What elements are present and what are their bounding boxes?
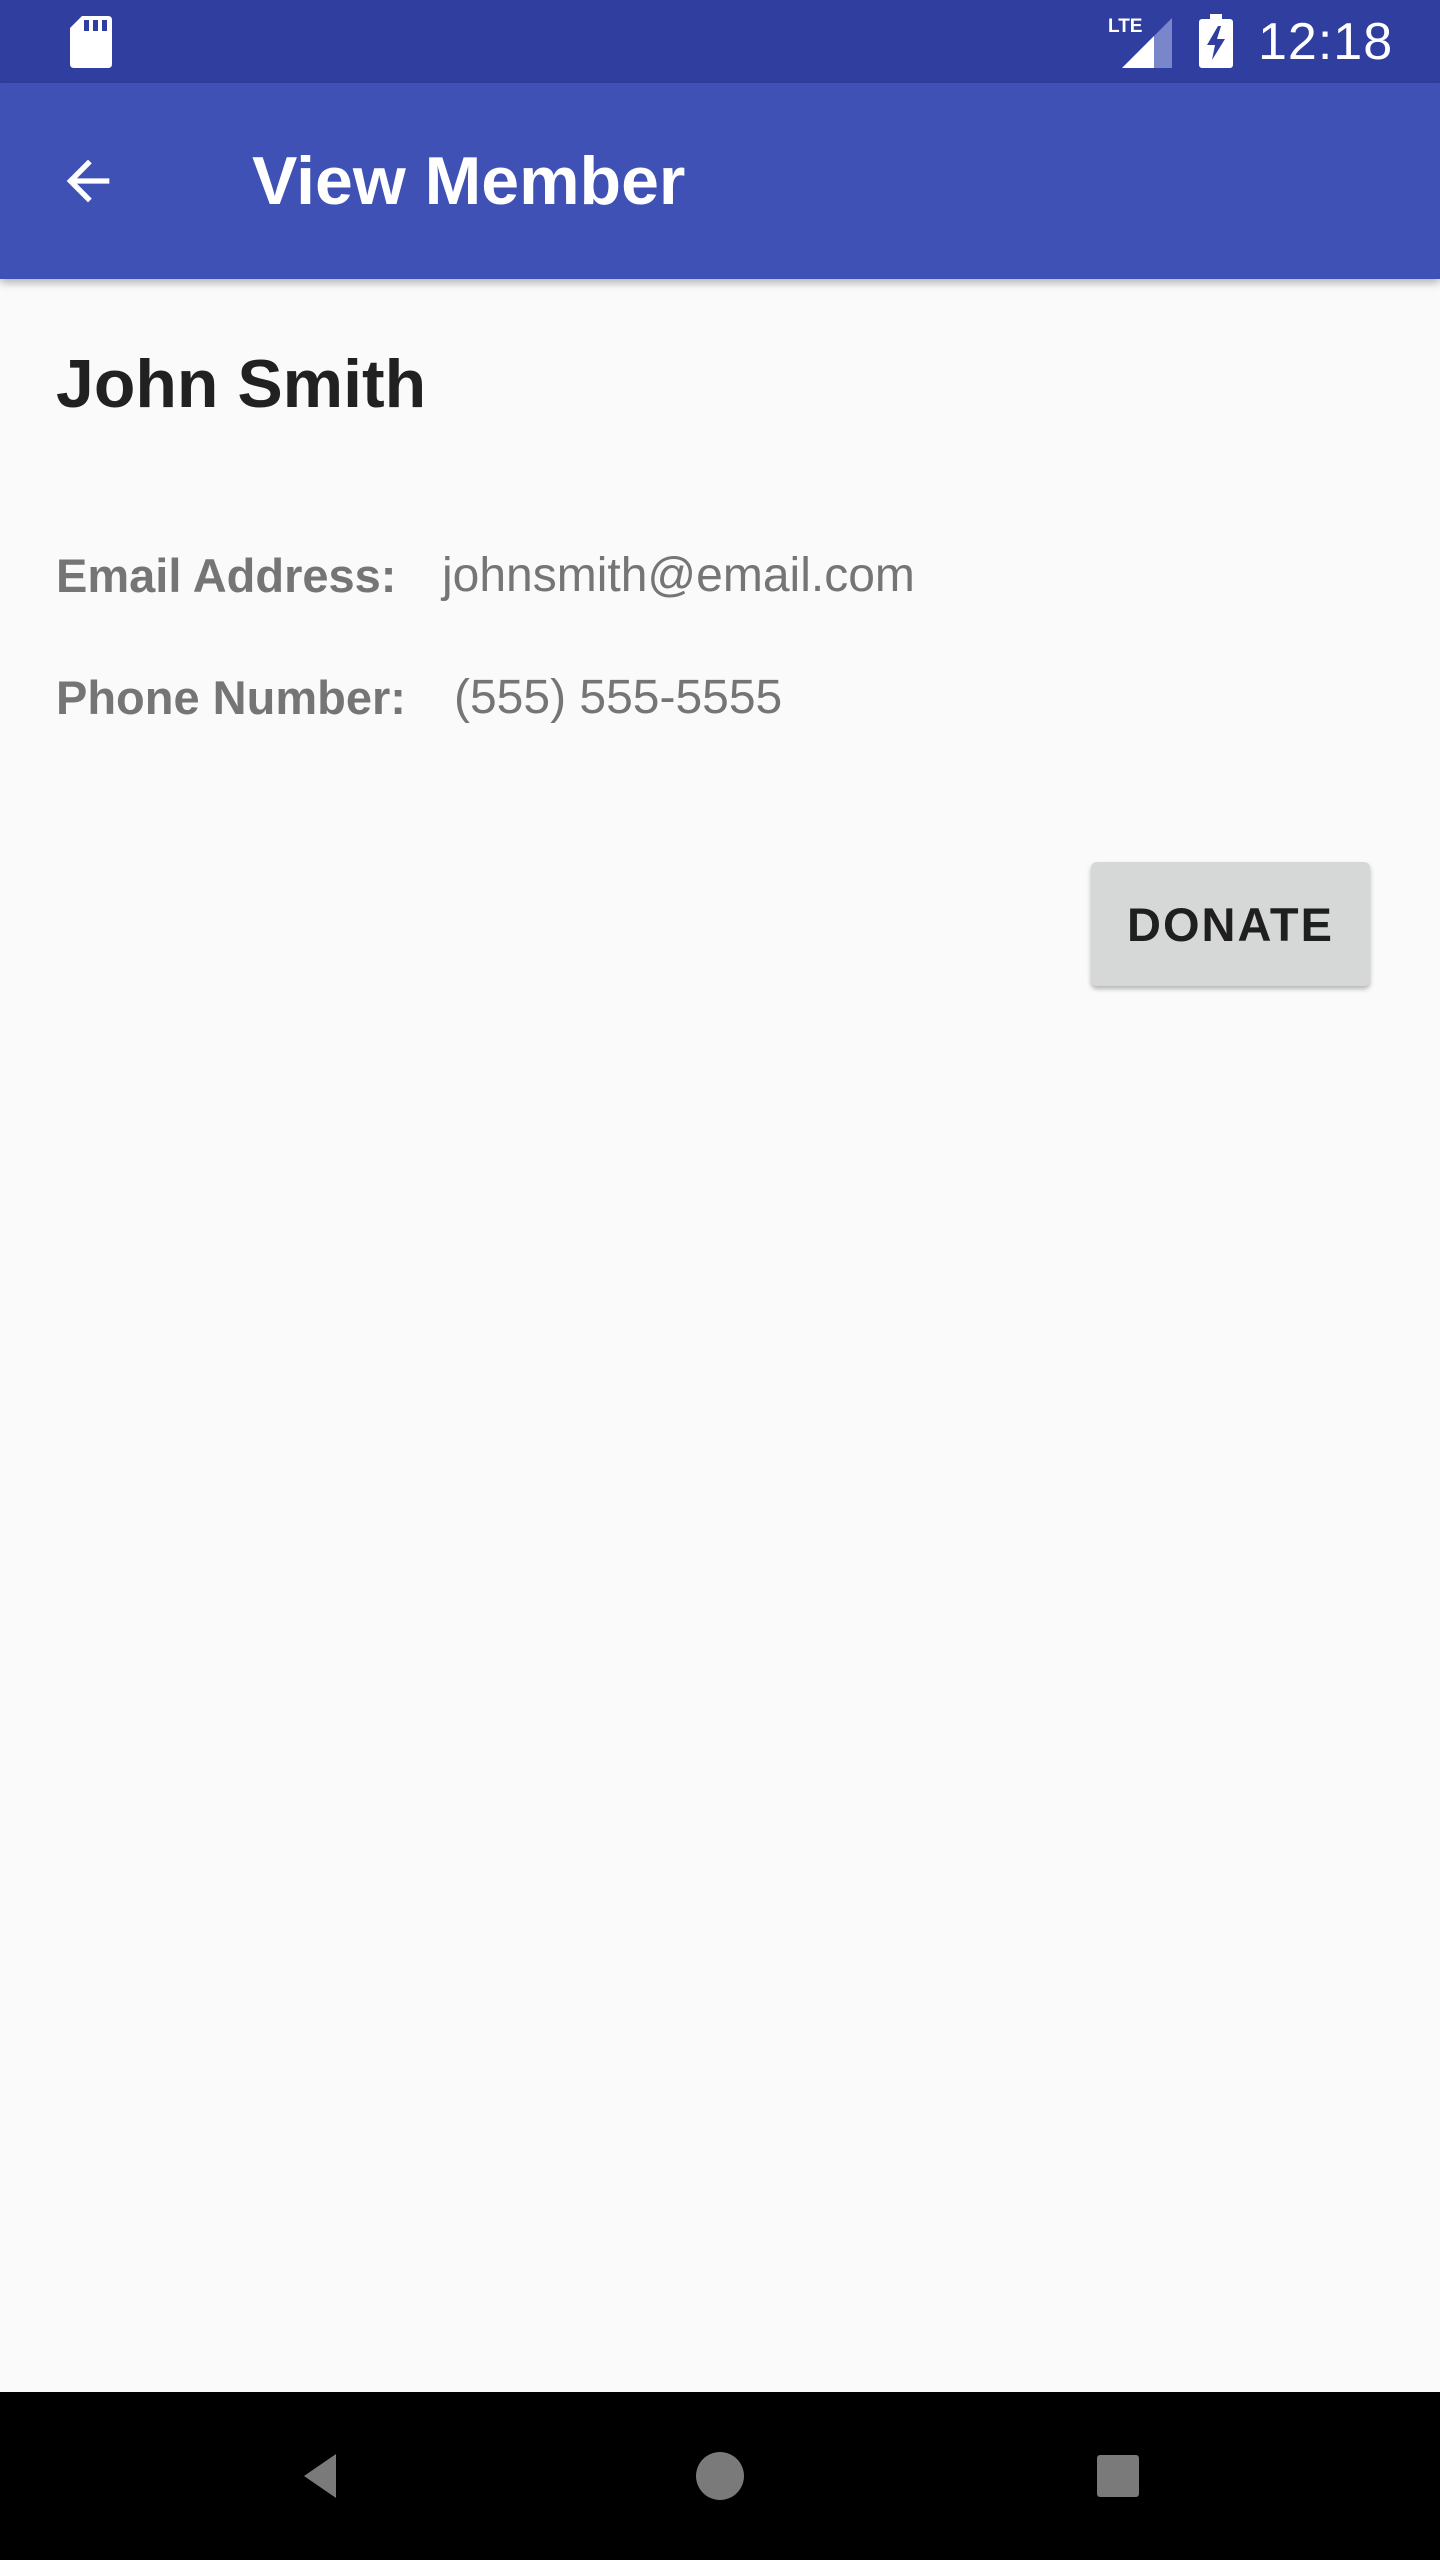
back-triangle-icon xyxy=(304,2454,336,2498)
nav-home-button[interactable] xyxy=(680,2436,760,2516)
phone-label: Phone Number: xyxy=(56,671,406,724)
battery-charging-icon xyxy=(1199,14,1233,68)
lte-signal-icon: LTE xyxy=(1108,16,1172,68)
app-bar: View Member xyxy=(0,83,1440,279)
member-name: John Smith xyxy=(56,346,427,422)
arrow-back-icon xyxy=(66,159,110,203)
email-value: johnsmith@email.com xyxy=(442,549,915,602)
nav-back-button[interactable] xyxy=(282,2436,362,2516)
page-title: View Member xyxy=(252,143,686,219)
phone-value: (555) 555-5555 xyxy=(454,671,783,724)
home-circle-icon xyxy=(696,2452,744,2500)
donate-button[interactable]: DONATE xyxy=(1091,862,1370,986)
email-label: Email Address: xyxy=(56,549,397,602)
recents-square-icon xyxy=(1097,2455,1139,2497)
sd-card-icon xyxy=(70,16,112,68)
status-bar: LTE 12:18 xyxy=(0,0,1440,83)
lte-label: LTE xyxy=(1108,16,1142,37)
nav-recents-button[interactable] xyxy=(1078,2436,1158,2516)
back-button[interactable] xyxy=(40,133,136,229)
navigation-bar xyxy=(0,2392,1440,2560)
status-time: 12:18 xyxy=(1258,13,1394,71)
screen: LTE 12:18 View Member John Smith Email A… xyxy=(0,0,1440,2560)
